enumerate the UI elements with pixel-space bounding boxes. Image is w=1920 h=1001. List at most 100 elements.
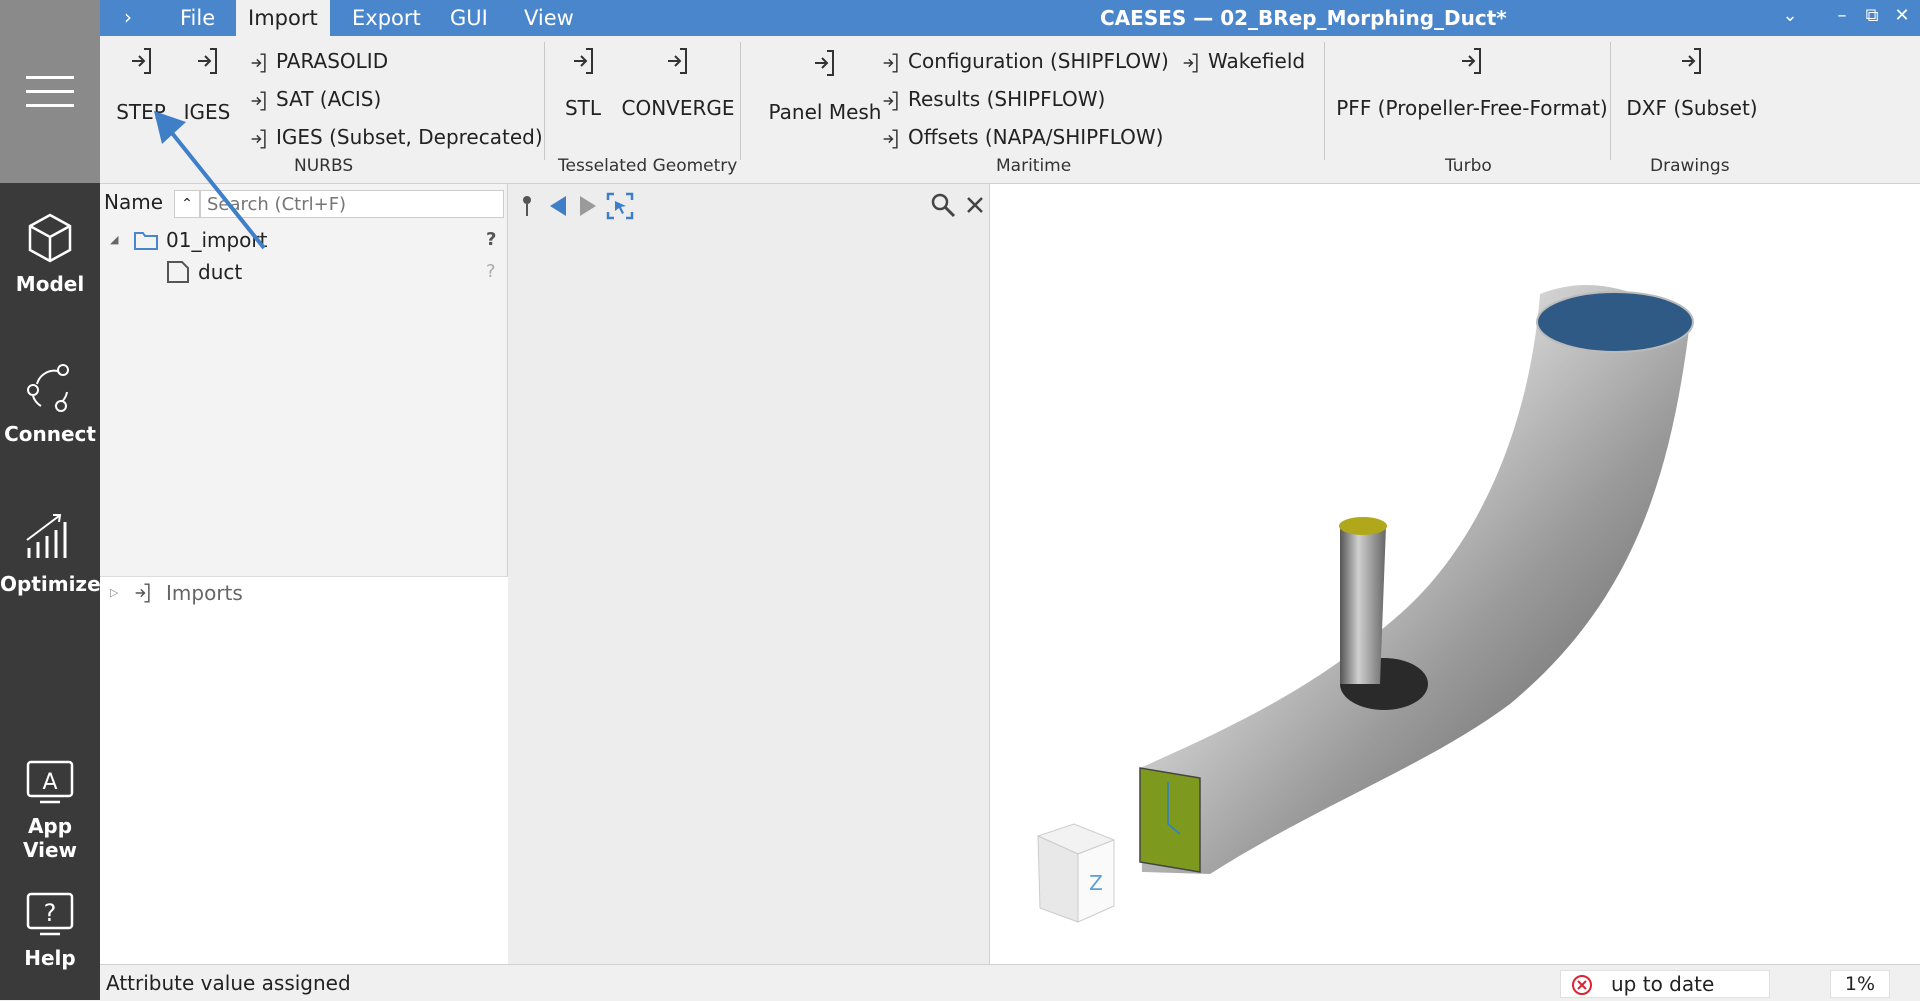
- group-label-maritime: Maritime: [996, 156, 1072, 176]
- duct-outlet-face: [1536, 291, 1694, 353]
- chart-icon: [26, 514, 67, 558]
- import-icon: [135, 583, 150, 603]
- status-bar: Attribute value assigned up to date 1%: [100, 964, 1920, 1000]
- tree-item-label: Imports: [166, 581, 243, 605]
- sidebar-item-help[interactable]: ? Help: [0, 890, 100, 990]
- import-icon: [883, 128, 898, 149]
- sidebar-item-label: Connect: [4, 422, 96, 446]
- group-separator: [1610, 42, 1611, 160]
- sidebar-item-label: Optimize: [0, 572, 101, 596]
- help-icon: ?: [26, 892, 74, 936]
- menu-file[interactable]: File: [168, 0, 227, 36]
- group-label-tesselated: Tesselated Geometry: [558, 156, 738, 176]
- hamburger-bar: [26, 104, 74, 107]
- import-dxf-button[interactable]: DXF (Subset): [1622, 46, 1762, 126]
- hamburger-menu-button[interactable]: [0, 0, 100, 183]
- 3d-viewport[interactable]: Z: [990, 184, 1920, 964]
- pipe-top-face: [1339, 517, 1387, 535]
- search-icon[interactable]: [930, 192, 956, 218]
- import-sat-button[interactable]: SAT (ACIS): [250, 84, 381, 114]
- vertical-pipe: [1340, 526, 1386, 684]
- collapse-triangle-icon[interactable]: ◢: [110, 224, 118, 256]
- close-icon[interactable]: [966, 196, 984, 214]
- object-tree-panel: Name ⌃ ◢ 01_import ? duct ? ▷ Imports: [100, 111, 508, 964]
- sidebar-item-label: Help: [24, 946, 76, 970]
- left-sidebar: Model Connect Optimize A App View ? Help: [0, 0, 101, 1000]
- import-pff-label: PFF (Propeller-Free-Format): [1336, 96, 1608, 120]
- import-icon: [574, 48, 593, 74]
- ribbon-import: STEP IGES PARASOLID SAT (ACIS) IGES (Sub…: [100, 36, 1920, 184]
- cube-icon: [28, 213, 72, 263]
- duct-surface: [1140, 284, 1690, 874]
- group-label-turbo: Turbo: [1445, 156, 1492, 176]
- import-parasolid-label: PARASOLID: [276, 49, 389, 73]
- forward-arrow-icon[interactable]: [578, 194, 598, 218]
- menu-view[interactable]: View: [512, 0, 586, 36]
- import-icon: [251, 52, 266, 73]
- app-view-icon: A: [26, 760, 74, 804]
- select-cursor-icon[interactable]: [606, 192, 634, 220]
- import-configuration-button[interactable]: Configuration (SHIPFLOW): [882, 46, 1169, 76]
- import-stl-button[interactable]: STL: [558, 46, 608, 126]
- import-offsets-button[interactable]: Offsets (NAPA/SHIPFLOW): [882, 122, 1163, 152]
- update-status-indicator[interactable]: up to date: [1560, 970, 1770, 998]
- import-icon: [198, 48, 217, 74]
- orientation-cube-z-label: Z: [1089, 871, 1103, 895]
- progress-percent: 1%: [1830, 970, 1890, 998]
- sidebar-item-optimize[interactable]: Optimize: [0, 512, 101, 612]
- group-label-drawings: Drawings: [1650, 156, 1730, 176]
- sidebar-item-app-view[interactable]: A App View: [0, 758, 100, 862]
- status-message: Attribute value assigned: [106, 971, 351, 995]
- import-wakefield-label: Wakefield: [1208, 49, 1306, 73]
- import-sat-label: SAT (ACIS): [276, 87, 382, 111]
- ribbon-collapse-button[interactable]: ⌄: [1776, 0, 1804, 36]
- close-window-button[interactable]: ✕: [1888, 0, 1916, 36]
- tree-item-status: ?: [486, 229, 497, 250]
- sidebar-item-model[interactable]: Model: [0, 212, 100, 312]
- import-converge-button[interactable]: CONVERGE: [614, 46, 742, 126]
- connect-icon: [27, 364, 69, 412]
- update-status-text: up to date: [1611, 972, 1715, 996]
- import-icon: [883, 90, 898, 111]
- tree-row-imports[interactable]: ▷ Imports: [100, 577, 508, 609]
- import-configuration-label: Configuration (SHIPFLOW): [908, 49, 1169, 73]
- sidebar-item-connect[interactable]: Connect: [0, 362, 100, 462]
- import-panel-mesh-button[interactable]: Panel Mesh: [750, 48, 900, 128]
- import-icon: [251, 90, 266, 111]
- pin-icon[interactable]: [520, 194, 534, 218]
- import-parasolid-button[interactable]: PARASOLID: [250, 46, 388, 76]
- import-pff-button[interactable]: PFF (Propeller-Free-Format): [1336, 46, 1608, 126]
- menu-import[interactable]: Import: [236, 0, 330, 36]
- import-iges-subset-label: IGES (Subset, Deprecated): [276, 125, 543, 149]
- duct-inlet-face: [1139, 767, 1201, 873]
- import-wakefield-button[interactable]: Wakefield: [1182, 46, 1305, 76]
- hamburger-bar: [26, 90, 74, 93]
- expand-menu-button[interactable]: ›: [124, 0, 132, 36]
- sidebar-item-label: App View: [22, 814, 78, 862]
- back-arrow-icon[interactable]: [548, 194, 568, 218]
- import-stl-label: STL: [564, 96, 602, 120]
- import-dxf-label: DXF (Subset): [1626, 96, 1758, 120]
- error-circle-icon: [1572, 975, 1592, 995]
- import-iges-subset-button[interactable]: IGES (Subset, Deprecated): [250, 122, 543, 152]
- maximize-button[interactable]: ⧉: [1858, 0, 1886, 36]
- import-icon: [1462, 48, 1481, 74]
- tree-row-duct[interactable]: duct ?: [100, 256, 508, 288]
- group-separator: [544, 42, 545, 160]
- document-icon: [167, 261, 189, 283]
- menu-gui[interactable]: GUI: [438, 0, 500, 36]
- import-icon: [1183, 52, 1198, 73]
- svg-text:A: A: [42, 770, 57, 795]
- import-offsets-label: Offsets (NAPA/SHIPFLOW): [908, 125, 1164, 149]
- expand-triangle-icon[interactable]: ▷: [110, 577, 118, 609]
- import-icon: [883, 52, 898, 73]
- import-results-button[interactable]: Results (SHIPFLOW): [882, 84, 1105, 114]
- hamburger-bar: [26, 76, 74, 79]
- import-converge-label: CONVERGE: [621, 96, 735, 120]
- menu-export[interactable]: Export: [340, 0, 433, 36]
- import-icon: [1682, 48, 1701, 74]
- minimize-button[interactable]: –: [1828, 0, 1856, 36]
- imports-panel: ▷ Imports: [100, 576, 508, 964]
- duct-3d-model[interactable]: Z: [990, 184, 1920, 964]
- import-icon: [668, 48, 687, 74]
